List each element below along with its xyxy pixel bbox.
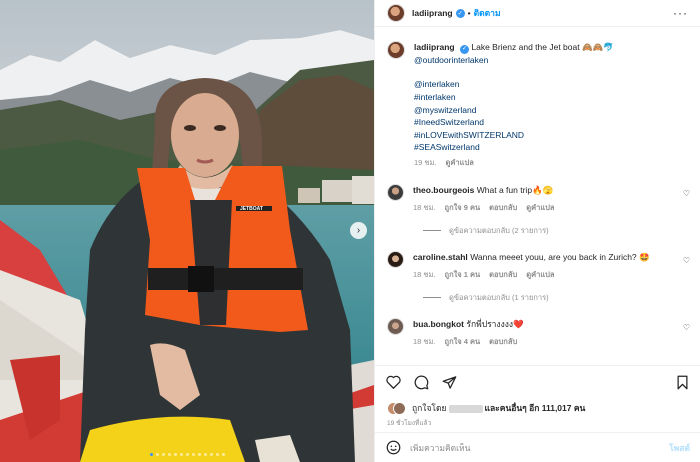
carousel-dot [185,453,189,456]
comment-translate-link[interactable]: ดูคำแปล [526,269,554,281]
post-side-panel: ladiiprang ✓ • ติดตาม ··· ladiiprang ✓ L… [374,0,700,462]
view-replies-label: ดูข้อความตอบกลับ (2 รายการ) [449,225,549,235]
comment-item: bua.bongkot รักพี่ปรางงงง❤️ 18 ชม. ถูกใจ… [387,317,690,348]
verified-badge-icon: ✓ [460,44,469,54]
carousel-dot [209,453,213,456]
chevron-right-icon: › [356,225,361,236]
liker-name-redacted[interactable] [448,404,483,413]
view-replies-label: ดูข้อความตอบกลับ (1 รายการ) [449,292,549,302]
caption-avatar[interactable] [387,41,405,59]
comment-time: 18 ชม. [413,336,436,346]
carousel-dot [179,453,183,456]
caption-time: 19 ชม. [414,157,437,167]
follow-button[interactable]: ติดตาม [474,6,501,20]
instagram-post-modal: JETBOAT › ladiiprang ✓ • ติดตาม ··· ladi… [0,0,700,462]
comment-like-heart-icon[interactable]: ♡ [683,189,690,198]
post-header: ladiiprang ✓ • ติดตาม ··· [375,0,700,27]
replies-divider-line [423,297,441,299]
bookmark-save-icon[interactable] [674,374,690,390]
carousel-next-button[interactable]: › [350,222,367,239]
post-photo[interactable]: JETBOAT › [0,0,374,462]
carousel-dot [173,453,177,456]
comment-username[interactable]: caroline.stahl [413,252,468,262]
carousel-dot [161,453,165,456]
add-comment-bar: โพสต์ [375,432,700,462]
comment-translate-link[interactable]: ดูคำแปล [526,202,554,214]
caption-tag[interactable]: #inLOVEwithSWITZERLAND [414,129,614,142]
comment-item: caroline.stahl Wanna meeet youu, are you… [387,250,690,281]
comment-reply-button[interactable]: ตอบกลับ [489,269,517,281]
liker-avatars [387,401,406,415]
carousel-dot [221,453,225,456]
commenter-avatar[interactable] [387,183,404,201]
carousel-dot [215,453,219,456]
comment-time: 18 ชม. [413,269,436,279]
caption-tag[interactable]: #IneedSwitzerland [414,116,614,129]
caption-username[interactable]: ladiiprang [414,42,455,52]
caption-text: Lake Brienz and the Jet boat 🙈🙈🐬 [471,42,614,52]
post-caption: ladiiprang ✓ Lake Brienz and the Jet boa… [387,41,688,170]
comment-username[interactable]: theo.bourgeois [413,185,474,195]
post-comment-button[interactable]: โพสต์ [669,441,690,455]
add-comment-input[interactable] [410,442,661,453]
carousel-dot [191,453,195,456]
likes-count-text[interactable]: และคนอื่นๆ อีก 111,017 คน [485,403,586,413]
carousel-dot [149,453,153,456]
emoji-smiley-icon[interactable] [385,440,401,456]
carousel-dot [203,453,207,456]
comment-likes[interactable]: ถูกใจ 1 คน [445,269,481,281]
comment-time: 18 ชม. [413,202,436,212]
comments-list[interactable]: ladiiprang ✓ Lake Brienz and the Jet boa… [375,27,700,365]
comment-like-heart-icon[interactable]: ♡ [683,323,690,332]
comment-username[interactable]: bua.bongkot [413,319,464,329]
post-timestamp: 19 ชั่วโมงที่แล้ว [387,420,432,427]
photo-scene: JETBOAT [0,0,374,462]
comment-text: What a fun trip🔥🫣 [476,184,554,195]
caption-mention[interactable]: @outdoorinterlaken [414,54,614,67]
comment-likes[interactable]: ถูกใจ 9 คน [445,202,481,214]
likes-summary[interactable]: ถูกใจโดย และคนอื่นๆ อีก 111,017 คน [375,398,700,418]
comment-like-heart-icon[interactable]: ♡ [683,256,690,265]
comment-item: theo.bourgeois What a fun trip🔥🫣 18 ชม. … [387,183,690,214]
caption-translate-link[interactable]: ดูคำแปล [446,157,474,170]
commenter-avatar[interactable] [387,250,404,268]
comment-likes[interactable]: ถูกใจ 4 คน [445,336,481,348]
post-actions-bar [375,365,700,398]
comment-reply-button[interactable]: ตอบกลับ [489,336,517,348]
svg-text:JETBOAT: JETBOAT [240,206,263,212]
caption-tag[interactable]: @interlaken [414,78,614,91]
carousel-dot [167,453,171,456]
comment-text: Wanna meeet youu, are you back in Zurich… [470,251,650,262]
carousel-indicator [0,453,374,456]
likes-prefix: ถูกใจโดย [412,403,447,413]
author-avatar[interactable] [387,4,405,22]
view-replies-button[interactable]: ดูข้อความตอบกลับ (1 รายการ) [423,292,688,304]
like-heart-icon[interactable] [385,374,401,390]
header-separator: • [467,8,471,18]
author-username[interactable]: ladiiprang [412,8,453,18]
caption-tag[interactable]: #interlaken [414,91,614,104]
caption-tag[interactable]: #SEASwitzerland [414,141,614,154]
more-horizontal-icon[interactable]: ··· [673,6,688,20]
comment-reply-button[interactable]: ตอบกลับ [489,202,517,214]
replies-divider-line [423,230,441,232]
carousel-dot [155,453,159,456]
liker-avatar [393,401,406,415]
verified-badge-icon: ✓ [455,8,465,18]
comment-text: รักพี่ปรางงงง❤️ [466,318,524,329]
share-send-icon[interactable] [441,374,457,390]
carousel-dot [197,453,201,456]
commenter-avatar[interactable] [387,317,404,335]
caption-tag[interactable]: @myswitzerland [414,104,614,117]
view-replies-button[interactable]: ดูข้อความตอบกลับ (2 รายการ) [423,225,688,237]
comment-bubble-icon[interactable] [413,374,429,390]
